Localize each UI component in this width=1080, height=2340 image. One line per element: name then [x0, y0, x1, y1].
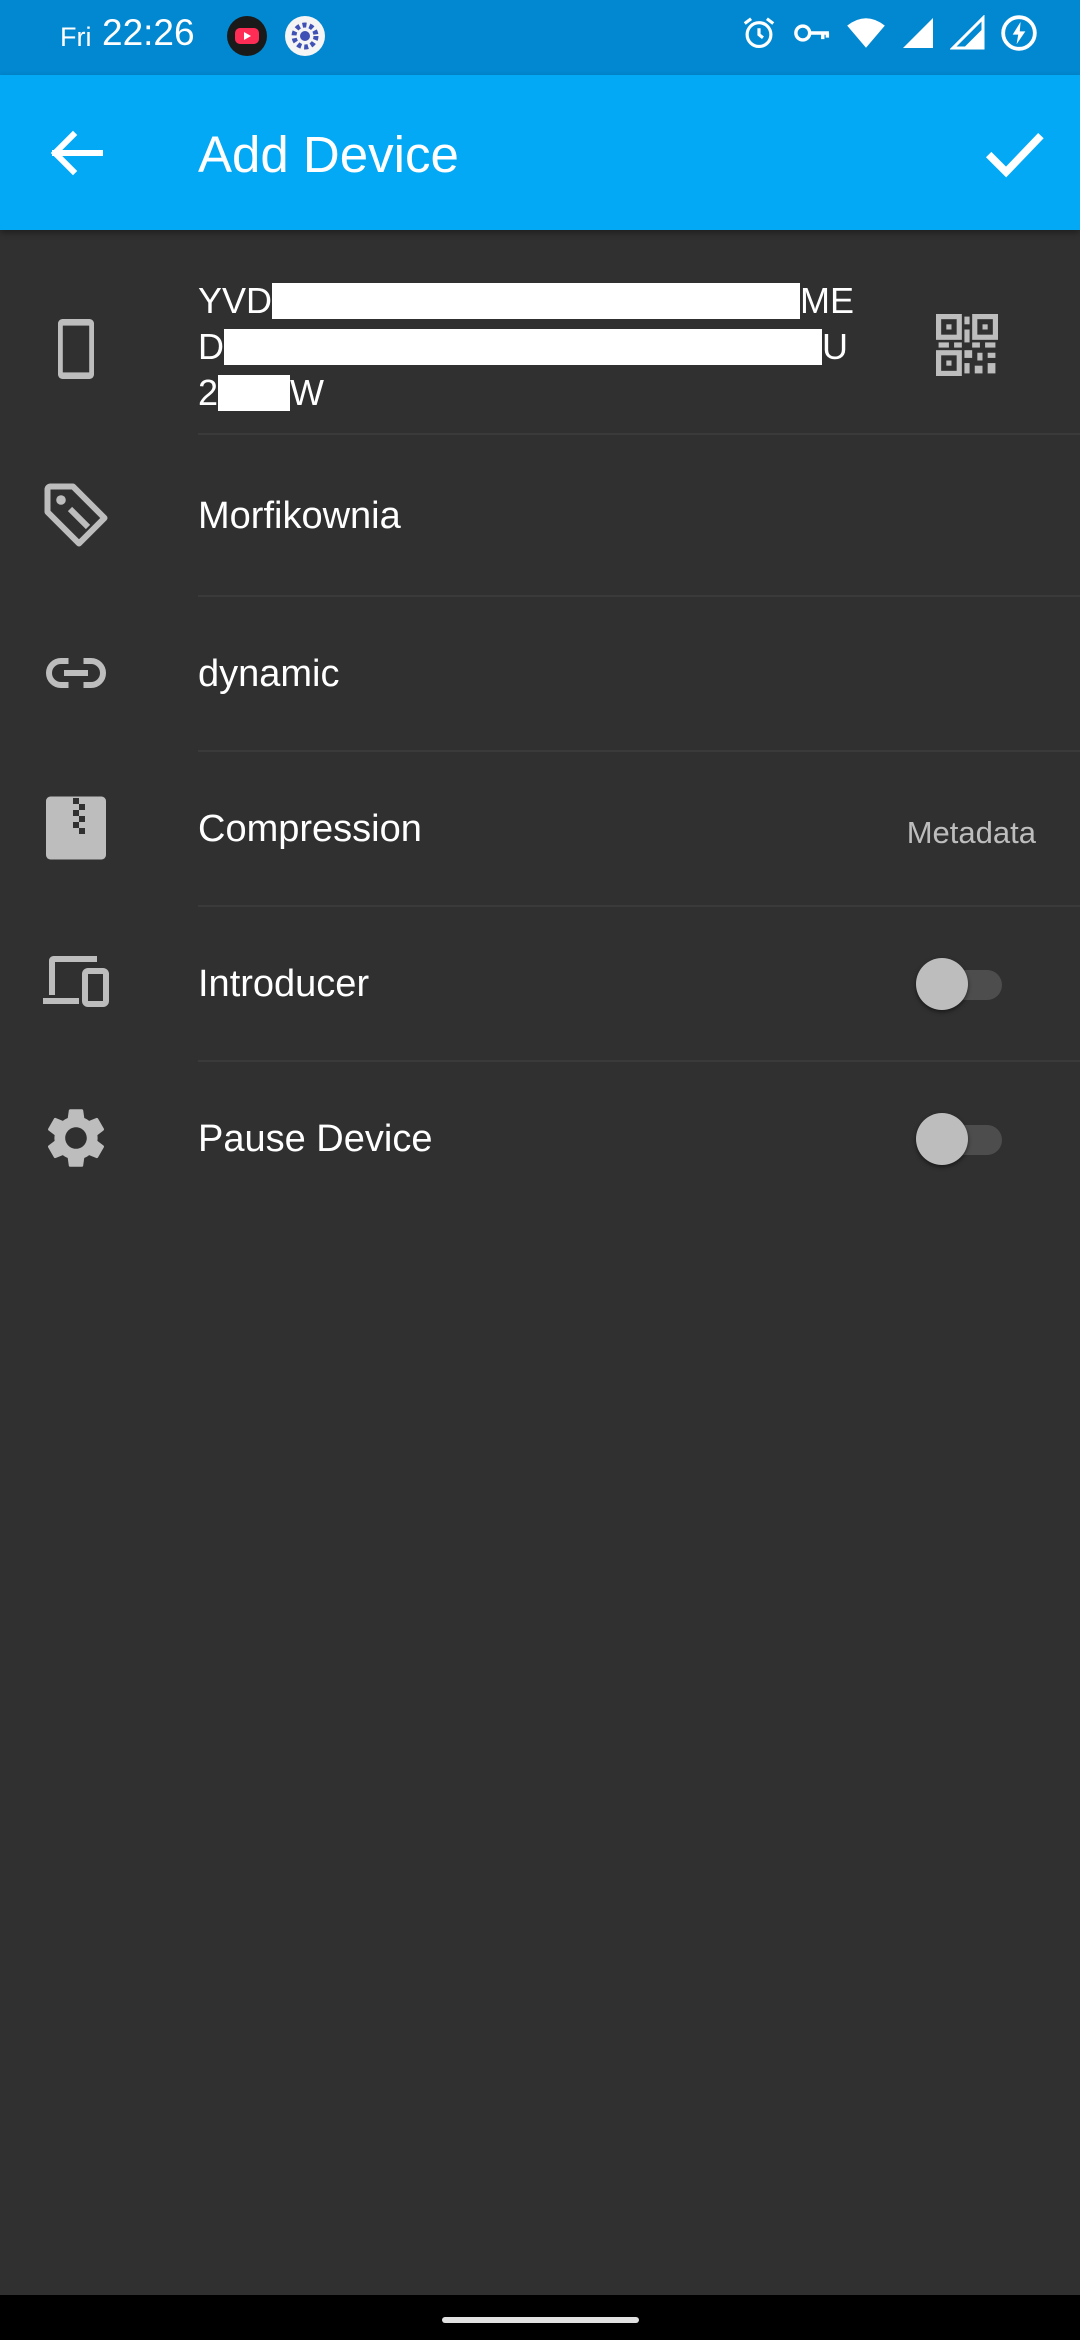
home-indicator[interactable]	[442, 2317, 639, 2323]
navigation-bar	[0, 2295, 1080, 2340]
phone-icon	[58, 319, 94, 379]
check-icon[interactable]	[976, 115, 1052, 191]
device-id-line-2-end: U	[822, 326, 848, 367]
compression-value[interactable]: Metadata	[907, 815, 1036, 851]
status-bar: Fri 22:26	[0, 0, 1080, 75]
device-name-row[interactable]: Morfikownia	[0, 435, 1080, 595]
introducer-toggle[interactable]	[916, 958, 1006, 1010]
wifi-icon	[847, 18, 885, 48]
compression-label: Compression	[198, 808, 422, 850]
battery-charging-icon	[1001, 15, 1037, 51]
status-time: 22:26	[102, 12, 195, 53]
archive-zip-icon	[46, 796, 106, 860]
redacted-block	[272, 283, 801, 319]
devices-icon	[43, 956, 109, 1007]
pause-device-label: Pause Device	[198, 1118, 433, 1160]
signal-icon-2	[950, 15, 985, 50]
status-right-icons	[740, 14, 1038, 52]
address-field[interactable]: dynamic	[198, 653, 340, 696]
device-id-line-1-end: ME	[800, 280, 855, 321]
device-name-field[interactable]: Morfikownia	[198, 495, 401, 538]
youtube-notification-icon	[227, 16, 267, 56]
arrow-back-icon[interactable]	[40, 117, 112, 189]
link-icon	[46, 658, 106, 688]
introducer-label: Introducer	[198, 963, 370, 1005]
toggle-thumb	[916, 958, 968, 1010]
device-id-line-1-start: YVD	[198, 280, 273, 321]
alarm-icon	[743, 17, 775, 49]
signal-icon	[903, 18, 933, 48]
vpn-key-icon	[794, 24, 830, 42]
settings-notification-icon	[285, 16, 325, 56]
page-title: Add Device	[198, 126, 459, 183]
device-id-line-2-start: D	[198, 326, 224, 367]
device-id-field[interactable]: YVD ME D U 2 W	[198, 278, 858, 416]
pause-device-row[interactable]: Pause Device	[0, 1062, 1080, 1215]
qr-code-icon[interactable]	[936, 314, 998, 376]
status-left-icons	[226, 15, 326, 57]
pause-device-toggle[interactable]	[916, 1113, 1006, 1165]
status-day: Fri	[60, 22, 92, 52]
toggle-thumb	[916, 1113, 968, 1165]
device-id-line-3-start: 2	[198, 372, 219, 413]
device-id-line-3-end: W	[290, 372, 325, 413]
redacted-block	[224, 329, 822, 365]
address-row[interactable]: dynamic	[0, 597, 1080, 750]
gear-icon	[47, 1109, 105, 1167]
redacted-block	[218, 375, 291, 411]
tag-icon	[44, 483, 108, 547]
app-bar: Add Device	[0, 75, 1080, 230]
introducer-row[interactable]: Introducer	[0, 907, 1080, 1060]
